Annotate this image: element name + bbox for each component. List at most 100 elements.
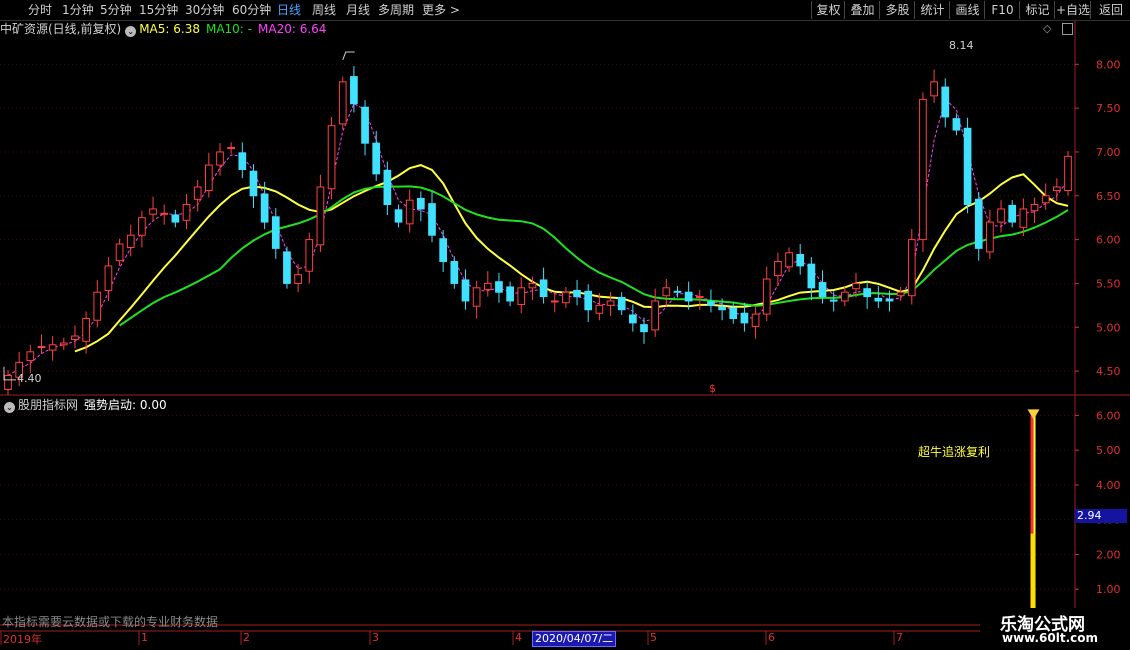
candle-body <box>963 127 972 206</box>
candle-body <box>227 147 236 150</box>
cursor-date: 2020/04/07/二 <box>532 631 617 647</box>
price-axis-label: 4.50 <box>1096 365 1121 378</box>
candle-body <box>628 314 637 324</box>
candle-body <box>852 282 860 290</box>
high-price-label: 8.14 <box>949 39 974 52</box>
candle-body <box>71 335 79 341</box>
candle-body <box>907 239 916 297</box>
candle-body <box>662 287 671 297</box>
time-axis-label: 4 <box>515 631 522 644</box>
tab-period-3[interactable]: 15分钟 <box>139 2 178 18</box>
low-price-label: 4.40 <box>17 372 42 385</box>
candle-body <box>896 291 905 297</box>
toolbar-button-6[interactable]: 标记 <box>1019 1 1055 19</box>
candle-body <box>818 282 827 298</box>
tab-period-4[interactable]: 30分钟 <box>185 2 224 18</box>
candle-body <box>428 203 436 236</box>
candle-body <box>562 291 570 304</box>
candle-body <box>796 254 805 267</box>
toolbar-button-4[interactable]: 画线 <box>949 1 985 19</box>
candle-body <box>372 142 381 175</box>
tab-period-6[interactable]: 日线 <box>277 2 301 18</box>
tab-period-7[interactable]: 周线 <box>312 2 336 18</box>
cursor-value: 2.94 <box>1075 509 1127 523</box>
chart-canvas[interactable]: 8.00 7.50 7.00 6.50 6.00 5.50 5.00 4.50 6.00 5.00… <box>0 0 1130 650</box>
candle-body <box>316 186 325 246</box>
candle-body <box>885 298 894 302</box>
candle-body <box>651 300 660 331</box>
toolbar-button-8[interactable]: 返回 <box>1090 1 1130 19</box>
time-axis-label: 1 <box>141 631 148 644</box>
candle-body <box>695 296 704 299</box>
toolbar-button-2[interactable]: 多股 <box>879 1 915 19</box>
candle-body <box>271 216 280 249</box>
tab-period-9[interactable]: 多周期 <box>378 2 414 18</box>
candle-body <box>104 265 113 291</box>
candle-body <box>863 288 872 298</box>
diamond-icon[interactable]: ◇ <box>1043 22 1051 35</box>
candle-body <box>160 212 169 215</box>
tab-period-0[interactable]: 分时 <box>28 2 52 18</box>
tab-period-1[interactable]: 1分钟 <box>62 2 94 18</box>
tab-period-10[interactable]: 更多 > <box>422 2 460 18</box>
candle-body <box>204 164 213 192</box>
toolbar-button-0[interactable]: 复权 <box>811 1 845 19</box>
toolbar-button-5[interactable]: F10 <box>984 1 1020 19</box>
candle-body <box>729 307 738 319</box>
candle-body <box>539 279 548 298</box>
candle-body <box>149 208 157 215</box>
ma5-line <box>7 98 1069 376</box>
toolbar-button-7[interactable]: +自选 <box>1054 1 1091 19</box>
candle-body <box>930 81 938 97</box>
toolbar-button-3[interactable]: 统计 <box>914 1 950 19</box>
candle-body <box>59 342 68 346</box>
candle-body <box>617 296 626 311</box>
watermark-url: www.60lt.com <box>1002 631 1099 645</box>
main-chart-info: 中矿资源(日线,前复权) ⌄ MA5: 6.38 MA10: - MA20: 6.64 <box>0 21 326 37</box>
candle-body <box>840 291 849 302</box>
candle-body <box>1052 186 1061 192</box>
settings-circle-icon[interactable]: ⌄ <box>125 26 137 37</box>
candle-body <box>986 221 994 253</box>
price-axis-label: 5.50 <box>1096 277 1121 290</box>
candle-body <box>807 263 816 289</box>
candle-body <box>260 193 269 223</box>
candle-body <box>517 287 526 305</box>
time-axis-label: 2 <box>243 631 250 644</box>
indicator-axis-label: 4.00 <box>1096 479 1121 492</box>
price-axis-label: 6.50 <box>1096 190 1121 203</box>
candle-body <box>785 252 793 268</box>
tab-period-5[interactable]: 60分钟 <box>232 2 271 18</box>
candle-body <box>684 291 693 302</box>
candle-body <box>974 198 983 249</box>
ma5-value: MA5: 6.38 <box>139 22 200 36</box>
ma10-value: MA10: - <box>205 22 252 36</box>
tab-period-2[interactable]: 5分钟 <box>100 2 132 18</box>
tab-period-8[interactable]: 月线 <box>346 2 370 18</box>
candle-body <box>606 300 615 306</box>
candle-body <box>1041 195 1050 204</box>
candle-body <box>93 291 102 321</box>
candle-body <box>640 324 648 333</box>
candle-body <box>1064 155 1072 192</box>
candle-body <box>4 374 12 390</box>
candle-body <box>383 169 392 206</box>
candle-body <box>82 317 90 342</box>
candle-body <box>762 278 771 315</box>
price-axis-label: 5.00 <box>1096 321 1121 334</box>
candle-body <box>919 98 927 241</box>
signal-arrow-icon <box>1027 409 1040 420</box>
candle-body <box>283 251 291 284</box>
candle-body <box>550 300 559 303</box>
indicator-info: ⌄ 股朋指标网 强势启动: 0.00 <box>0 397 167 413</box>
candle-body <box>1030 204 1039 212</box>
toolbar-button-1[interactable]: 叠加 <box>844 1 880 19</box>
candlestick-series <box>4 66 1072 395</box>
candle-body <box>595 304 604 314</box>
candle-body <box>37 346 46 349</box>
indicator-settings-icon[interactable]: ⌄ <box>4 402 15 413</box>
candle-body <box>829 299 838 302</box>
candle-body <box>997 208 1005 223</box>
signal-text: 超牛追涨复利 <box>918 445 991 459</box>
panel-toggle-icon[interactable] <box>1062 23 1073 35</box>
